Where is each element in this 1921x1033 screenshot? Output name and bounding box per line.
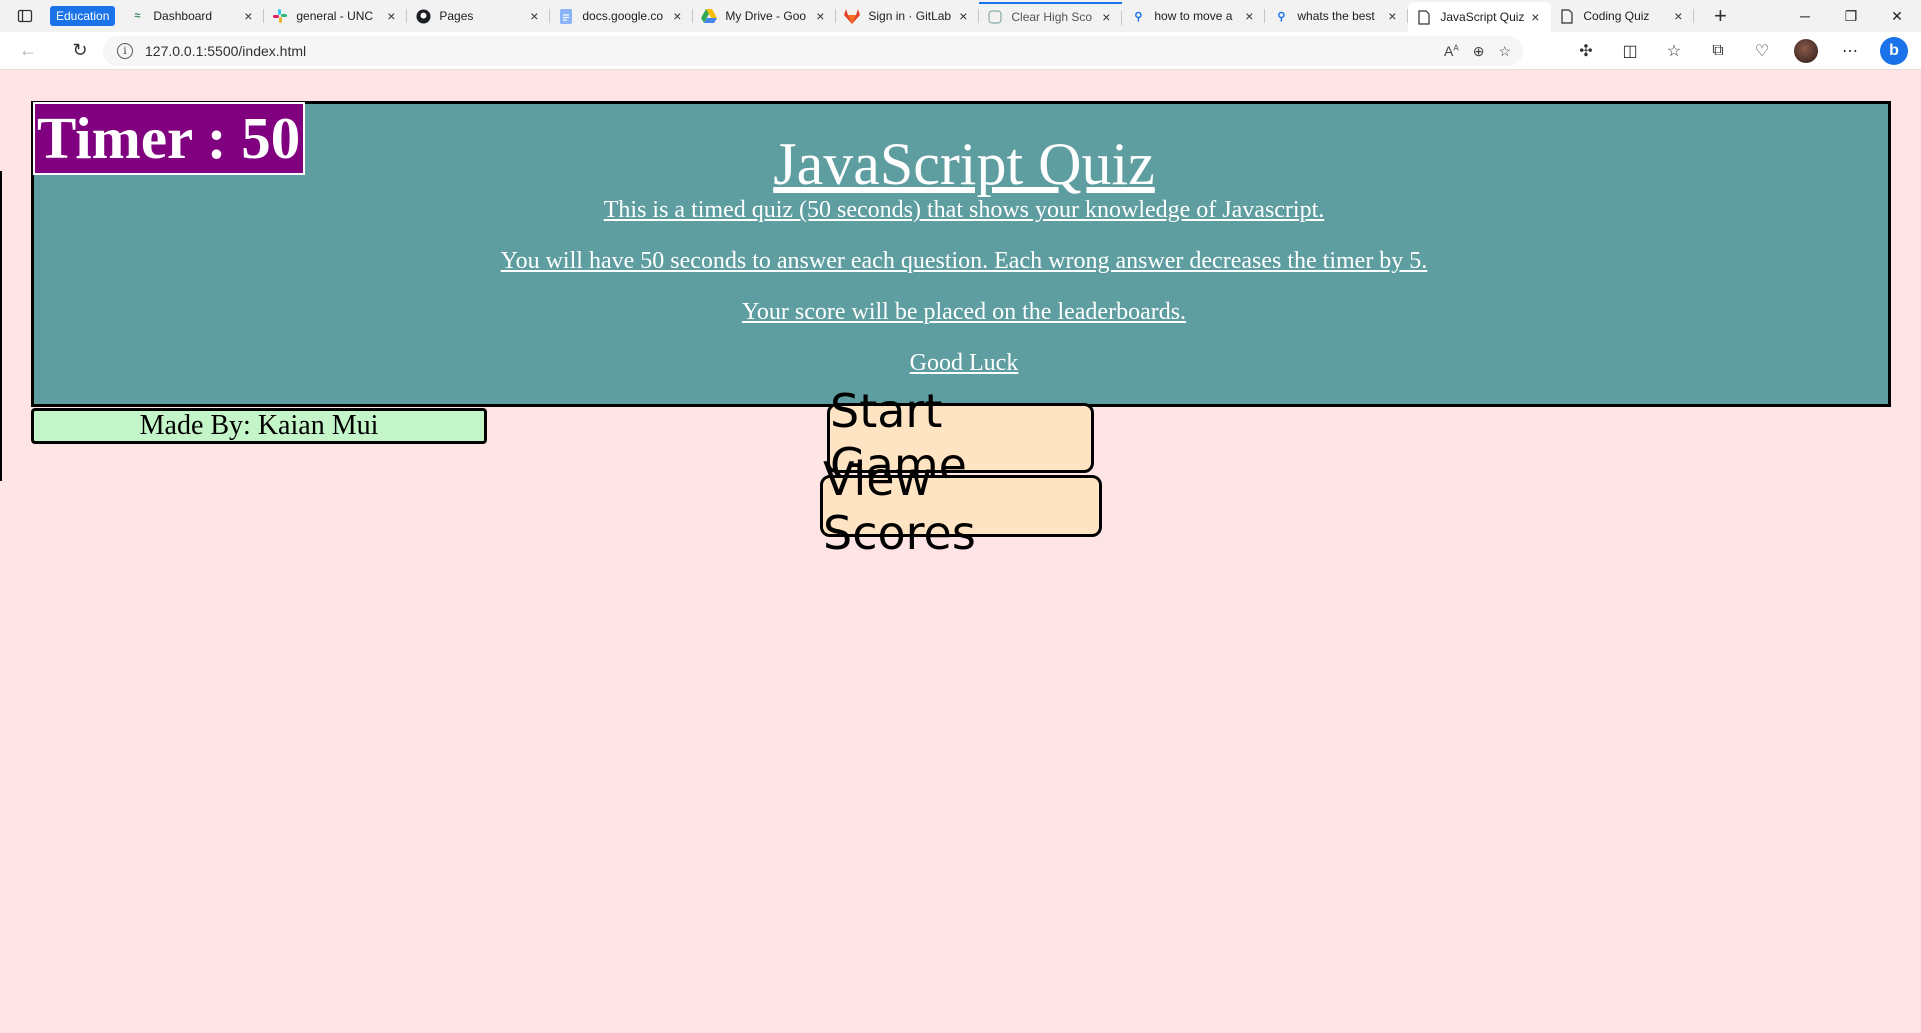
tab-title: general - UNC xyxy=(296,9,374,23)
tab-github-pages[interactable]: Pages × xyxy=(407,2,551,30)
search-icon: ⚲ xyxy=(1277,10,1286,23)
gitlab-icon xyxy=(844,8,861,24)
close-icon[interactable]: × xyxy=(955,8,971,24)
close-icon[interactable]: × xyxy=(812,8,828,24)
split-screen-icon[interactable]: ◫ xyxy=(1615,36,1645,66)
bing-copilot-icon[interactable]: b xyxy=(1879,36,1909,66)
intro-line-2: You will have 50 seconds to answer each … xyxy=(500,248,1428,274)
close-icon[interactable]: × xyxy=(1241,8,1257,24)
tab-title: Coding Quiz xyxy=(1583,9,1650,23)
tab-search-how-to-move[interactable]: ⚲ how to move a × xyxy=(1122,2,1266,30)
new-tab-plus-icon[interactable]: + xyxy=(1702,2,1738,30)
extensions-puzzle-icon[interactable]: ✣ xyxy=(1571,36,1601,66)
made-by-credit: Made By: Kaian Mui xyxy=(31,408,487,444)
tab-dashboard[interactable]: ≈ Dashboard × xyxy=(121,2,265,30)
url-field[interactable]: i 127.0.0.1:5500/index.html AA ⊕ ☆ xyxy=(103,36,1523,66)
tab-google-drive[interactable]: My Drive - Goo × xyxy=(693,2,837,30)
page-viewport: JavaScript Quiz This is a timed quiz (50… xyxy=(0,71,1921,1033)
slack-icon xyxy=(272,8,288,24)
favorites-icon[interactable]: ☆ xyxy=(1659,36,1689,66)
close-window-icon[interactable]: ✕ xyxy=(1874,0,1920,32)
tab-coding-quiz[interactable]: Coding Quiz × xyxy=(1551,2,1695,30)
close-icon[interactable]: × xyxy=(1384,8,1400,24)
timer-display: Timer : 50 xyxy=(33,102,305,175)
tab-slack[interactable]: general - UNC × xyxy=(264,2,408,30)
close-icon[interactable]: × xyxy=(1670,8,1686,24)
close-icon[interactable]: × xyxy=(526,8,542,24)
google-docs-icon xyxy=(558,8,574,24)
close-icon[interactable]: × xyxy=(1098,9,1114,25)
tab-title: how to move a xyxy=(1154,9,1233,23)
page-icon xyxy=(1416,9,1432,25)
left-edge-divider xyxy=(0,171,2,481)
tab-bar: Education ≈ Dashboard × general - UNC × … xyxy=(0,0,1921,32)
quiz-title: JavaScript Quiz xyxy=(773,131,1155,197)
read-aloud-icon[interactable]: AA xyxy=(1444,43,1459,59)
tab-title: Clear High Sco xyxy=(1011,10,1093,24)
tab-javascript-quiz[interactable]: JavaScript Quiz × xyxy=(1408,2,1552,32)
tab-title: Dashboard xyxy=(153,9,213,23)
collections-icon[interactable]: ⧉ xyxy=(1703,36,1733,66)
tab-gitlab[interactable]: Sign in · GitLab × xyxy=(836,2,980,30)
close-icon[interactable]: × xyxy=(1527,9,1543,25)
tab-title: Pages xyxy=(439,9,474,23)
minimize-icon[interactable]: ─ xyxy=(1782,0,1828,32)
tab-google-docs[interactable]: docs.google.co × xyxy=(550,2,694,30)
tab-title: Sign in · GitLab xyxy=(868,9,952,23)
dashboard-icon: ≈ xyxy=(134,10,141,22)
url-text[interactable]: 127.0.0.1:5500/index.html xyxy=(145,43,306,59)
tab-search-whats-the-best[interactable]: ⚲ whats the best × xyxy=(1265,2,1409,30)
info-icon[interactable]: i xyxy=(117,43,133,59)
view-scores-button[interactable]: View Scores xyxy=(820,452,1102,560)
close-icon[interactable]: × xyxy=(383,8,399,24)
intro-line-3: Your score will be placed on the leaderb… xyxy=(741,299,1187,325)
tab-title: whats the best xyxy=(1297,9,1375,23)
tab-title: JavaScript Quiz xyxy=(1440,10,1525,24)
back-arrow-icon[interactable]: ← xyxy=(8,35,48,67)
browser-essentials-icon[interactable]: ♡ xyxy=(1747,36,1777,66)
search-icon: ⚲ xyxy=(1134,10,1143,23)
tab-group-label[interactable]: Education xyxy=(50,6,116,26)
close-icon[interactable]: × xyxy=(669,8,685,24)
restore-icon[interactable]: ❐ xyxy=(1828,0,1874,32)
favorite-star-icon[interactable]: ☆ xyxy=(1498,43,1511,60)
intro-line-4: Good Luck xyxy=(909,350,1019,376)
tab-title: My Drive - Goo xyxy=(725,9,807,23)
google-drive-icon xyxy=(701,8,718,24)
tab-title: docs.google.co xyxy=(582,9,664,23)
intro-line-1: This is a timed quiz (50 seconds) that s… xyxy=(603,197,1325,223)
quiz-header-panel: JavaScript Quiz This is a timed quiz (50… xyxy=(31,101,1891,407)
browser-tools: ✣ ◫ ☆ ⧉ ♡ ⋯ b xyxy=(1571,32,1909,70)
close-icon[interactable]: × xyxy=(240,8,256,24)
profile-avatar[interactable] xyxy=(1791,36,1821,66)
avatar xyxy=(1794,39,1818,63)
zoom-icon[interactable]: ⊕ xyxy=(1473,43,1485,60)
more-options-icon[interactable]: ⋯ xyxy=(1835,36,1865,66)
bing-logo-icon: b xyxy=(1880,37,1908,65)
page-icon xyxy=(987,9,1003,25)
refresh-icon[interactable]: ↻ xyxy=(60,35,100,67)
tab-clear-high-scores[interactable]: Clear High Sco × xyxy=(979,2,1123,30)
page-icon xyxy=(1559,8,1575,24)
tab-actions-menu-icon[interactable] xyxy=(0,0,50,32)
github-icon xyxy=(415,8,431,24)
